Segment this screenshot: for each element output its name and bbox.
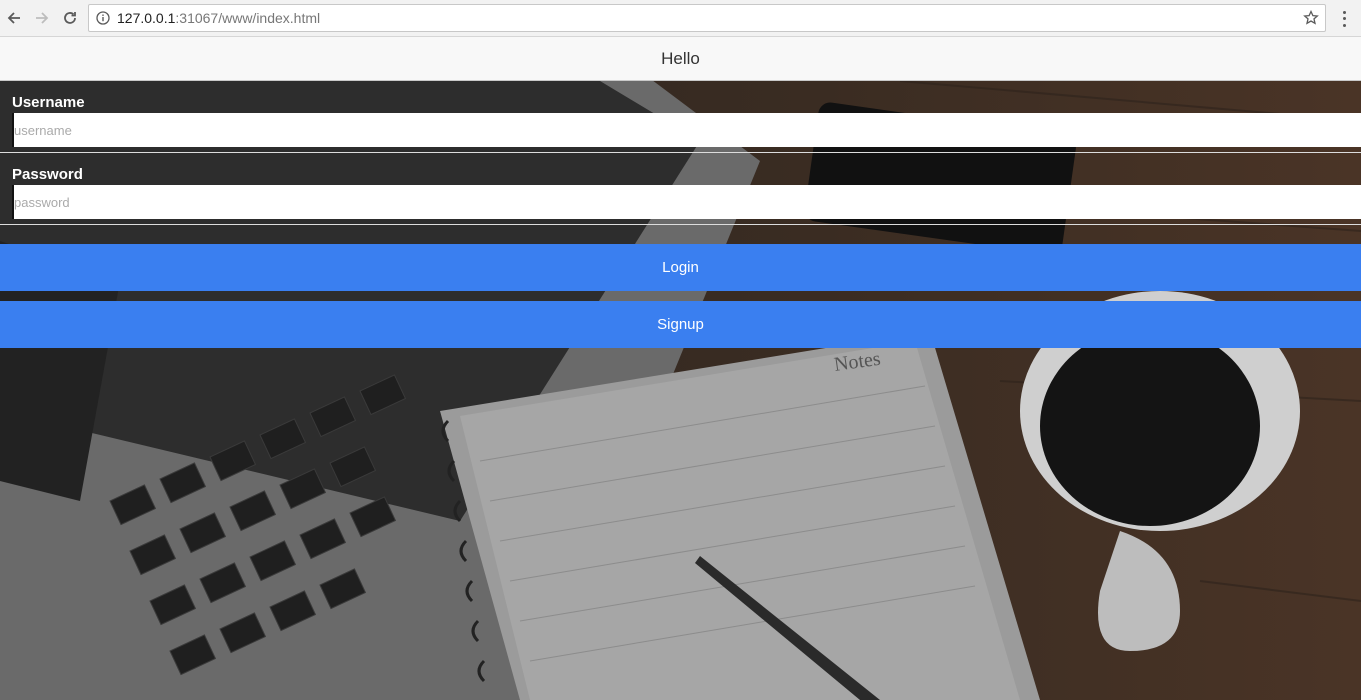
password-input[interactable] xyxy=(12,185,1361,219)
info-icon[interactable] xyxy=(89,5,117,31)
username-input[interactable] xyxy=(12,113,1361,147)
forward-button[interactable] xyxy=(28,4,56,32)
page-header: Hello xyxy=(0,37,1361,81)
url-text: 127.0.0.1:31067/www/index.html xyxy=(117,10,321,26)
browser-menu-icon[interactable] xyxy=(1336,9,1352,29)
back-button[interactable] xyxy=(0,4,28,32)
login-button[interactable]: Login xyxy=(0,244,1361,291)
forward-arrow-icon xyxy=(36,12,49,24)
password-row: Password xyxy=(0,153,1361,225)
username-label: Username xyxy=(12,94,85,111)
reload-button[interactable] xyxy=(56,4,84,32)
page-title: Hello xyxy=(661,48,700,68)
browser-toolbar: 127.0.0.1:31067/www/index.html xyxy=(0,0,1361,37)
reload-icon xyxy=(64,12,76,24)
back-arrow-icon xyxy=(7,12,20,24)
bookmark-star-icon[interactable] xyxy=(1303,10,1319,26)
username-row: Username xyxy=(0,81,1361,153)
password-label: Password xyxy=(12,166,83,183)
page: Notes Hello Username Password Login Sign… xyxy=(0,37,1361,700)
signup-button[interactable]: Signup xyxy=(0,301,1361,348)
address-bar[interactable]: 127.0.0.1:31067/www/index.html xyxy=(88,4,1326,32)
